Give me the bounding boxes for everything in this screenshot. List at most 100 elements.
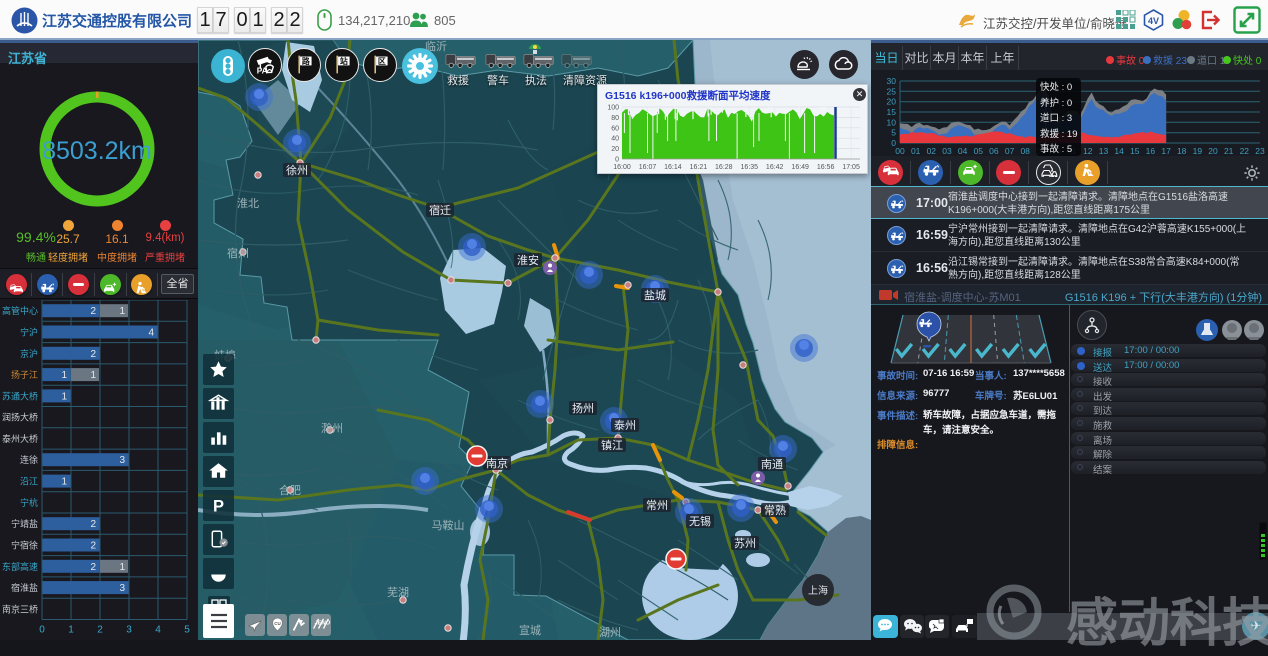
svg-text:0: 0 [39, 625, 45, 636]
svg-text:4: 4 [155, 625, 161, 636]
svg-text:03: 03 [942, 146, 952, 156]
svg-text:泰州: 泰州 [614, 418, 636, 432]
svg-text:南通: 南通 [761, 458, 783, 471]
svg-text:徐州: 徐州 [286, 163, 308, 177]
svg-text:合肥: 合肥 [279, 483, 301, 497]
svg-text:15: 15 [887, 107, 897, 117]
svg-text:1: 1 [61, 391, 67, 402]
svg-text:上海: 上海 [808, 584, 828, 597]
svg-text:06: 06 [989, 146, 999, 156]
svg-text:16:14: 16:14 [664, 164, 682, 171]
svg-text:16:21: 16:21 [690, 164, 708, 171]
svg-text:3: 3 [119, 583, 125, 594]
svg-text:宿淮盐: 宿淮盐 [11, 582, 38, 593]
svg-text:2: 2 [90, 562, 96, 573]
svg-text:0: 0 [615, 157, 619, 164]
svg-text:CU: CU [274, 621, 280, 626]
svg-text:宁沪: 宁沪 [20, 327, 38, 338]
svg-text:80: 80 [611, 115, 619, 122]
svg-text:1: 1 [61, 477, 67, 488]
svg-text:16:56: 16:56 [817, 164, 835, 171]
svg-text:00: 00 [895, 146, 905, 156]
svg-text:2: 2 [90, 306, 96, 317]
svg-text:沿江: 沿江 [20, 477, 38, 487]
svg-text:4V: 4V [1148, 16, 1159, 26]
svg-text:JENO: JENO [314, 621, 330, 627]
svg-text:东部高速: 东部高速 [2, 561, 38, 572]
svg-text:14: 14 [1114, 146, 1124, 156]
svg-text:盐城: 盐城 [644, 289, 666, 302]
svg-text:19: 19 [1193, 146, 1203, 156]
svg-text:08: 08 [1020, 146, 1030, 156]
svg-text:16:28: 16:28 [715, 164, 733, 171]
svg-text:30: 30 [887, 76, 897, 86]
svg-text:02: 02 [927, 146, 937, 156]
svg-text:16:49: 16:49 [791, 164, 809, 171]
svg-text:20: 20 [1208, 146, 1218, 156]
svg-text:宁杭: 宁杭 [20, 497, 38, 508]
svg-text:17: 17 [1161, 146, 1171, 156]
svg-text:04: 04 [958, 146, 968, 156]
svg-text:南京三桥: 南京三桥 [2, 603, 38, 614]
svg-text:路: 路 [301, 56, 310, 66]
svg-text:1: 1 [119, 306, 125, 317]
svg-text:8503.2km: 8503.2km [42, 137, 152, 165]
svg-text:润扬大桥: 润扬大桥 [2, 412, 38, 423]
svg-text:常州: 常州 [646, 499, 668, 512]
svg-text:1: 1 [119, 562, 125, 573]
svg-text:宿迁: 宿迁 [429, 203, 451, 217]
svg-text:湖州: 湖州 [599, 626, 621, 639]
svg-text:滁州: 滁州 [321, 421, 343, 435]
svg-text:宁靖盐: 宁靖盐 [11, 518, 38, 529]
svg-text:22: 22 [1240, 146, 1250, 156]
svg-text:宣城: 宣城 [519, 623, 541, 637]
svg-text:宁宿徐: 宁宿徐 [11, 540, 38, 551]
svg-text:淮北: 淮北 [237, 197, 259, 210]
svg-text:站: 站 [339, 56, 347, 66]
svg-text:17:05: 17:05 [842, 164, 860, 171]
svg-text:20: 20 [611, 146, 619, 153]
svg-text:扬州: 扬州 [572, 401, 594, 415]
svg-text:16: 16 [1146, 146, 1156, 156]
svg-text:16:35: 16:35 [741, 164, 759, 171]
svg-text:13: 13 [1099, 146, 1109, 156]
svg-text:1: 1 [90, 370, 96, 381]
svg-text:无锡: 无锡 [689, 514, 711, 528]
svg-text:3: 3 [119, 455, 125, 466]
svg-text:40: 40 [611, 136, 619, 143]
svg-text:马鞍山: 马鞍山 [432, 518, 465, 532]
svg-text:12: 12 [1083, 146, 1093, 156]
svg-text:5: 5 [184, 625, 190, 636]
svg-text:南京: 南京 [486, 456, 508, 470]
svg-text:60: 60 [611, 125, 619, 132]
svg-text:2: 2 [90, 541, 96, 552]
svg-text:10: 10 [887, 117, 897, 127]
svg-text:100: 100 [607, 105, 619, 112]
svg-text:18: 18 [1177, 146, 1187, 156]
svg-text:25: 25 [887, 86, 897, 96]
svg-text:23: 23 [1255, 146, 1265, 156]
svg-text:P: P [213, 497, 224, 516]
svg-text:连徐: 连徐 [20, 454, 38, 465]
svg-text:淮安: 淮安 [517, 253, 539, 267]
svg-text:1: 1 [68, 625, 74, 636]
svg-text:1: 1 [61, 370, 67, 381]
svg-text:07: 07 [1005, 146, 1015, 156]
svg-text:16:07: 16:07 [639, 164, 657, 171]
svg-text:05: 05 [974, 146, 984, 156]
svg-text:01: 01 [911, 146, 921, 156]
svg-text:2: 2 [90, 349, 96, 360]
svg-text:5: 5 [891, 128, 896, 138]
svg-text:泰州大桥: 泰州大桥 [2, 433, 38, 444]
svg-text:苏通大桥: 苏通大桥 [2, 390, 38, 401]
svg-text:镇江: 镇江 [601, 438, 623, 452]
svg-text:常熟: 常熟 [764, 503, 786, 517]
svg-text:2: 2 [97, 625, 103, 636]
svg-text:苏州: 苏州 [734, 537, 756, 550]
svg-text:高管中心: 高管中心 [2, 305, 38, 316]
svg-text:芜湖: 芜湖 [387, 585, 409, 599]
svg-text:20: 20 [887, 97, 897, 107]
svg-text:21: 21 [1224, 146, 1234, 156]
svg-text:4: 4 [148, 328, 154, 339]
svg-text:京沪: 京沪 [20, 348, 38, 359]
